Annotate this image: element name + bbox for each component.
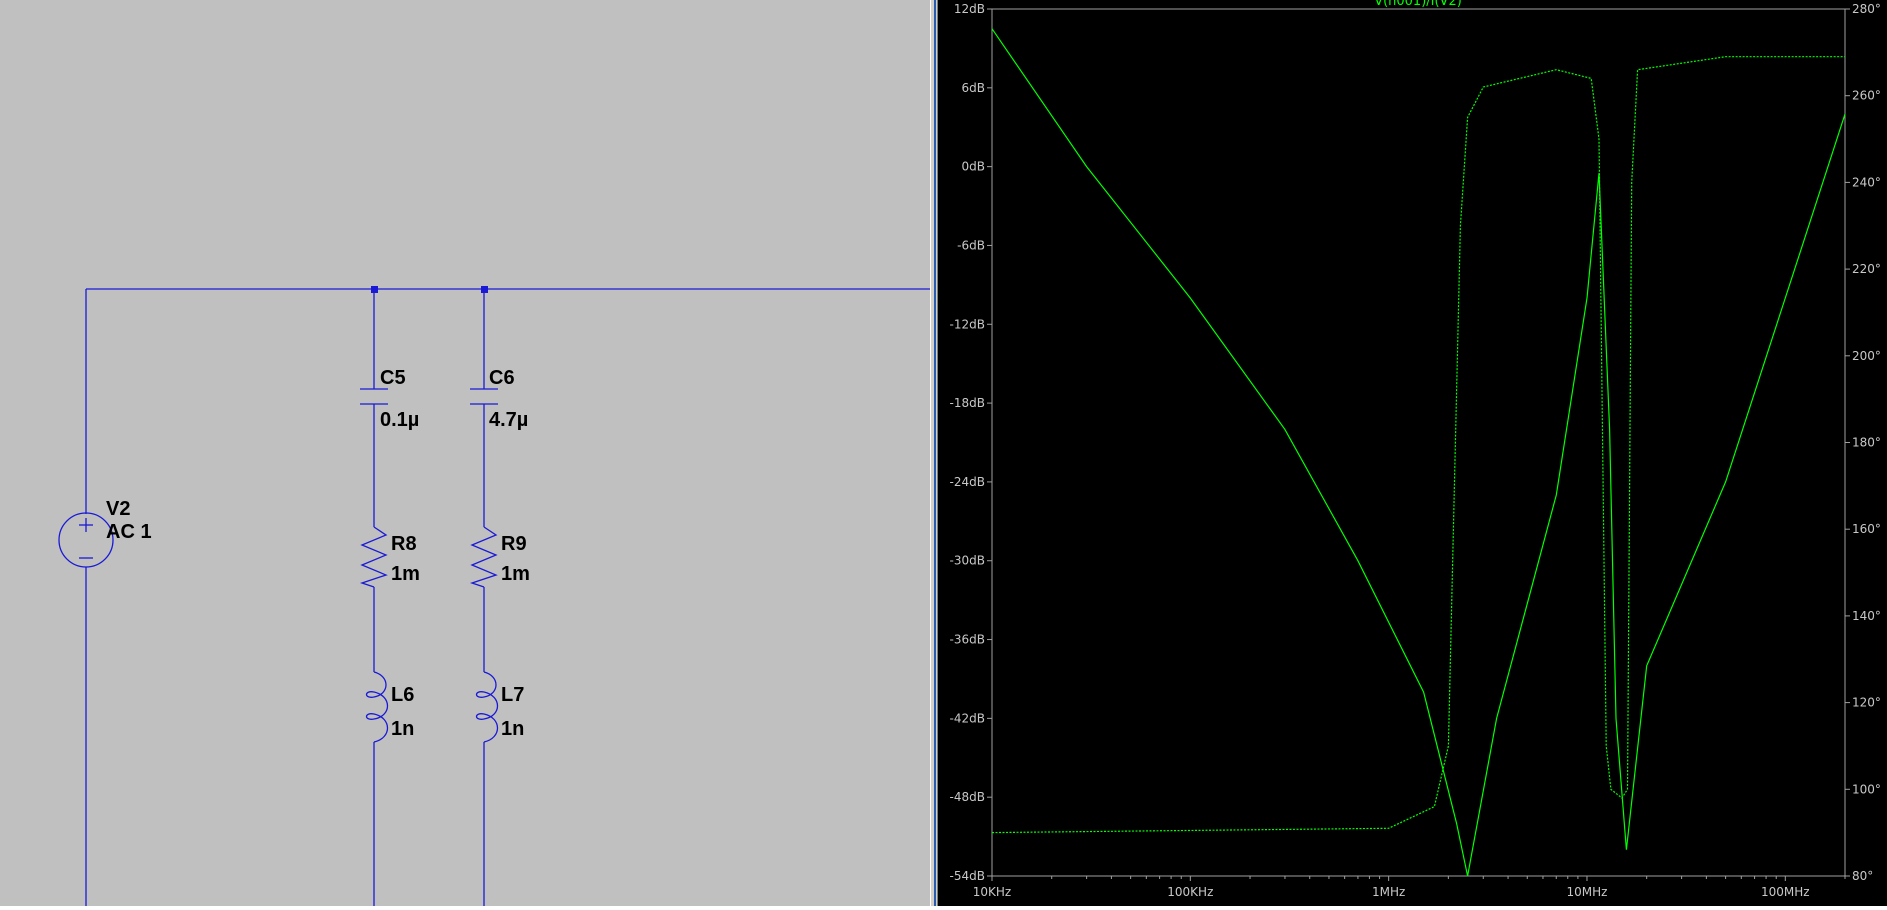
left-tick-label: -30dB xyxy=(950,554,985,568)
x-tick-label: 100KHz xyxy=(1167,885,1213,899)
voltage-source-v2-symbol[interactable] xyxy=(58,512,114,568)
inductor-l6-symbol[interactable] xyxy=(365,671,389,743)
left-tick-label: -36dB xyxy=(950,633,985,647)
l7-name-label: L7 xyxy=(501,684,524,706)
splitter-edge xyxy=(934,0,936,906)
x-tick-label: 100MHz xyxy=(1761,885,1810,899)
resistor-r9-symbol[interactable] xyxy=(469,526,498,588)
left-tick-label: -48dB xyxy=(950,790,985,804)
left-tick-label: -54dB xyxy=(950,869,985,883)
x-tick-label: 1MHz xyxy=(1372,885,1405,899)
x-tick-label: 10MHz xyxy=(1566,885,1607,899)
resistor-r8-symbol[interactable] xyxy=(359,526,388,588)
right-tick-label: 180° xyxy=(1852,436,1881,450)
v2-value-label: AC 1 xyxy=(106,521,152,543)
plot-background xyxy=(938,0,1887,906)
right-tick-label: 260° xyxy=(1852,89,1881,103)
bode-plot[interactable]: 12dB 6dB 0dB -6dB -12dB -18dB -24dB -30dB -36dB -… xyxy=(938,0,1887,906)
c5-value-label: 0.1µ xyxy=(380,409,419,431)
r8-name-label: R8 xyxy=(391,533,417,555)
right-tick-label: 120° xyxy=(1852,696,1881,710)
schematic-pane[interactable]: V2 AC 1 C5 0.1µ C6 4.7µ R8 1m R9 1m L6 1… xyxy=(0,0,930,906)
trace-title[interactable]: V(n001)/I(V2) xyxy=(1374,0,1462,9)
l7-value-label: 1n xyxy=(501,718,524,740)
r8-value-label: 1m xyxy=(391,563,420,585)
r9-name-label: R9 xyxy=(501,533,527,555)
capacitor-c5-symbol[interactable] xyxy=(360,388,388,405)
right-tick-label: 80° xyxy=(1852,869,1873,883)
c5-name-label: C5 xyxy=(380,367,406,389)
capacitor-c6-symbol[interactable] xyxy=(470,388,498,405)
right-tick-label: 140° xyxy=(1852,609,1881,623)
left-tick-label: -42dB xyxy=(950,711,985,725)
right-tick-label: 200° xyxy=(1852,349,1881,363)
junction-dot-2[interactable] xyxy=(481,286,488,293)
left-tick-label: 12dB xyxy=(954,2,985,16)
right-tick-label: 280° xyxy=(1852,2,1881,16)
pane-splitter[interactable] xyxy=(930,0,938,906)
c6-value-label: 4.7µ xyxy=(489,409,528,431)
schematic-canvas[interactable]: V2 AC 1 C5 0.1µ C6 4.7µ R8 1m R9 1m L6 1… xyxy=(0,0,930,906)
junction-dot-1[interactable] xyxy=(371,286,378,293)
left-tick-label: -24dB xyxy=(950,475,985,489)
waveform-pane[interactable]: 12dB 6dB 0dB -6dB -12dB -18dB -24dB -30dB -36dB -… xyxy=(938,0,1887,906)
right-tick-label: 220° xyxy=(1852,262,1881,276)
right-tick-label: 240° xyxy=(1852,175,1881,189)
left-tick-label: 0dB xyxy=(962,160,985,174)
l6-value-label: 1n xyxy=(391,718,414,740)
c6-name-label: C6 xyxy=(489,367,515,389)
left-tick-label: -12dB xyxy=(950,317,985,331)
right-tick-label: 100° xyxy=(1852,782,1881,796)
x-tick-label: 10KHz xyxy=(973,885,1011,899)
l6-name-label: L6 xyxy=(391,684,414,706)
inductor-l7-symbol[interactable] xyxy=(475,671,499,743)
left-tick-label: 6dB xyxy=(962,81,985,95)
right-tick-label: 160° xyxy=(1852,522,1881,536)
ltspice-window: V2 AC 1 C5 0.1µ C6 4.7µ R8 1m R9 1m L6 1… xyxy=(0,0,1887,906)
left-tick-label: -6dB xyxy=(957,238,985,252)
r9-value-label: 1m xyxy=(501,563,530,585)
left-tick-label: -18dB xyxy=(950,396,985,410)
v2-name-label: V2 xyxy=(106,498,130,520)
